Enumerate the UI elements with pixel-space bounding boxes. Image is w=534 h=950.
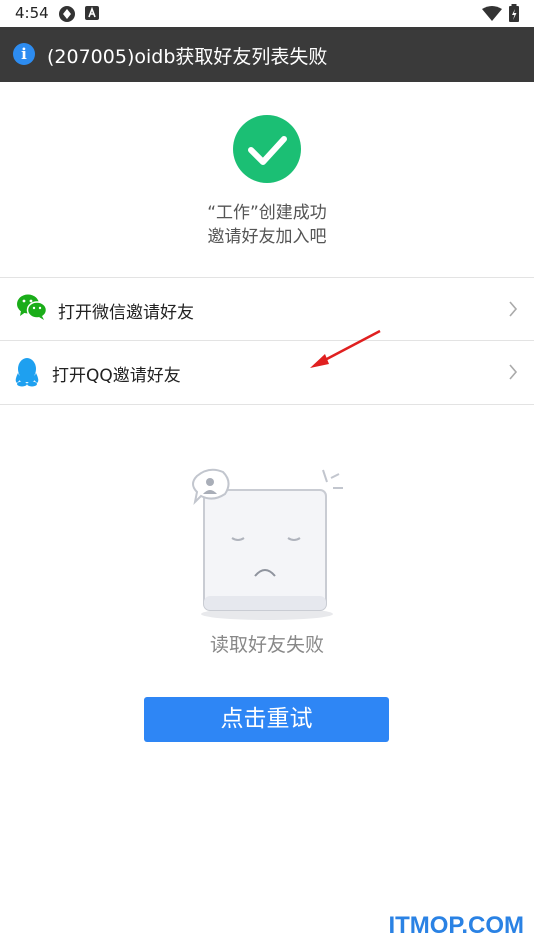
success-subtitle: 邀请好友加入吧 (207, 227, 327, 247)
divider (0, 404, 534, 405)
status-time: 4:54 (15, 4, 49, 22)
chevron-right-icon (509, 364, 518, 380)
toast-message: (207005)oidb获取好友列表失败 (47, 46, 328, 68)
invite-qq-row[interactable]: 打开QQ邀请好友 (0, 341, 534, 403)
sync-icon (59, 6, 75, 22)
success-title: “工作”创建成功 (207, 203, 327, 223)
error-toast: i (207005)oidb获取好友列表失败 (0, 27, 534, 82)
annotation-arrow-icon (310, 329, 381, 368)
status-bar: 4:54 (0, 0, 534, 27)
empty-state-message: 读取好友失败 (209, 634, 324, 656)
battery-icon (509, 4, 519, 22)
chevron-right-icon (509, 301, 518, 317)
wechat-icon (17, 294, 48, 320)
notification-a-icon (85, 6, 99, 20)
invite-wechat-label: 打开微信邀请好友 (58, 303, 194, 323)
wifi-icon (482, 6, 502, 21)
success-check-icon (233, 115, 301, 183)
invite-qq-label: 打开QQ邀请好友 (52, 366, 181, 386)
watermark-text: ITMOP.COM (388, 912, 524, 939)
invite-wechat-row[interactable]: 打开微信邀请好友 (0, 278, 534, 340)
sad-face-illustration-icon (192, 468, 343, 620)
info-icon: i (13, 43, 35, 65)
qq-icon (15, 358, 39, 387)
retry-button[interactable]: 点击重试 (144, 697, 389, 742)
